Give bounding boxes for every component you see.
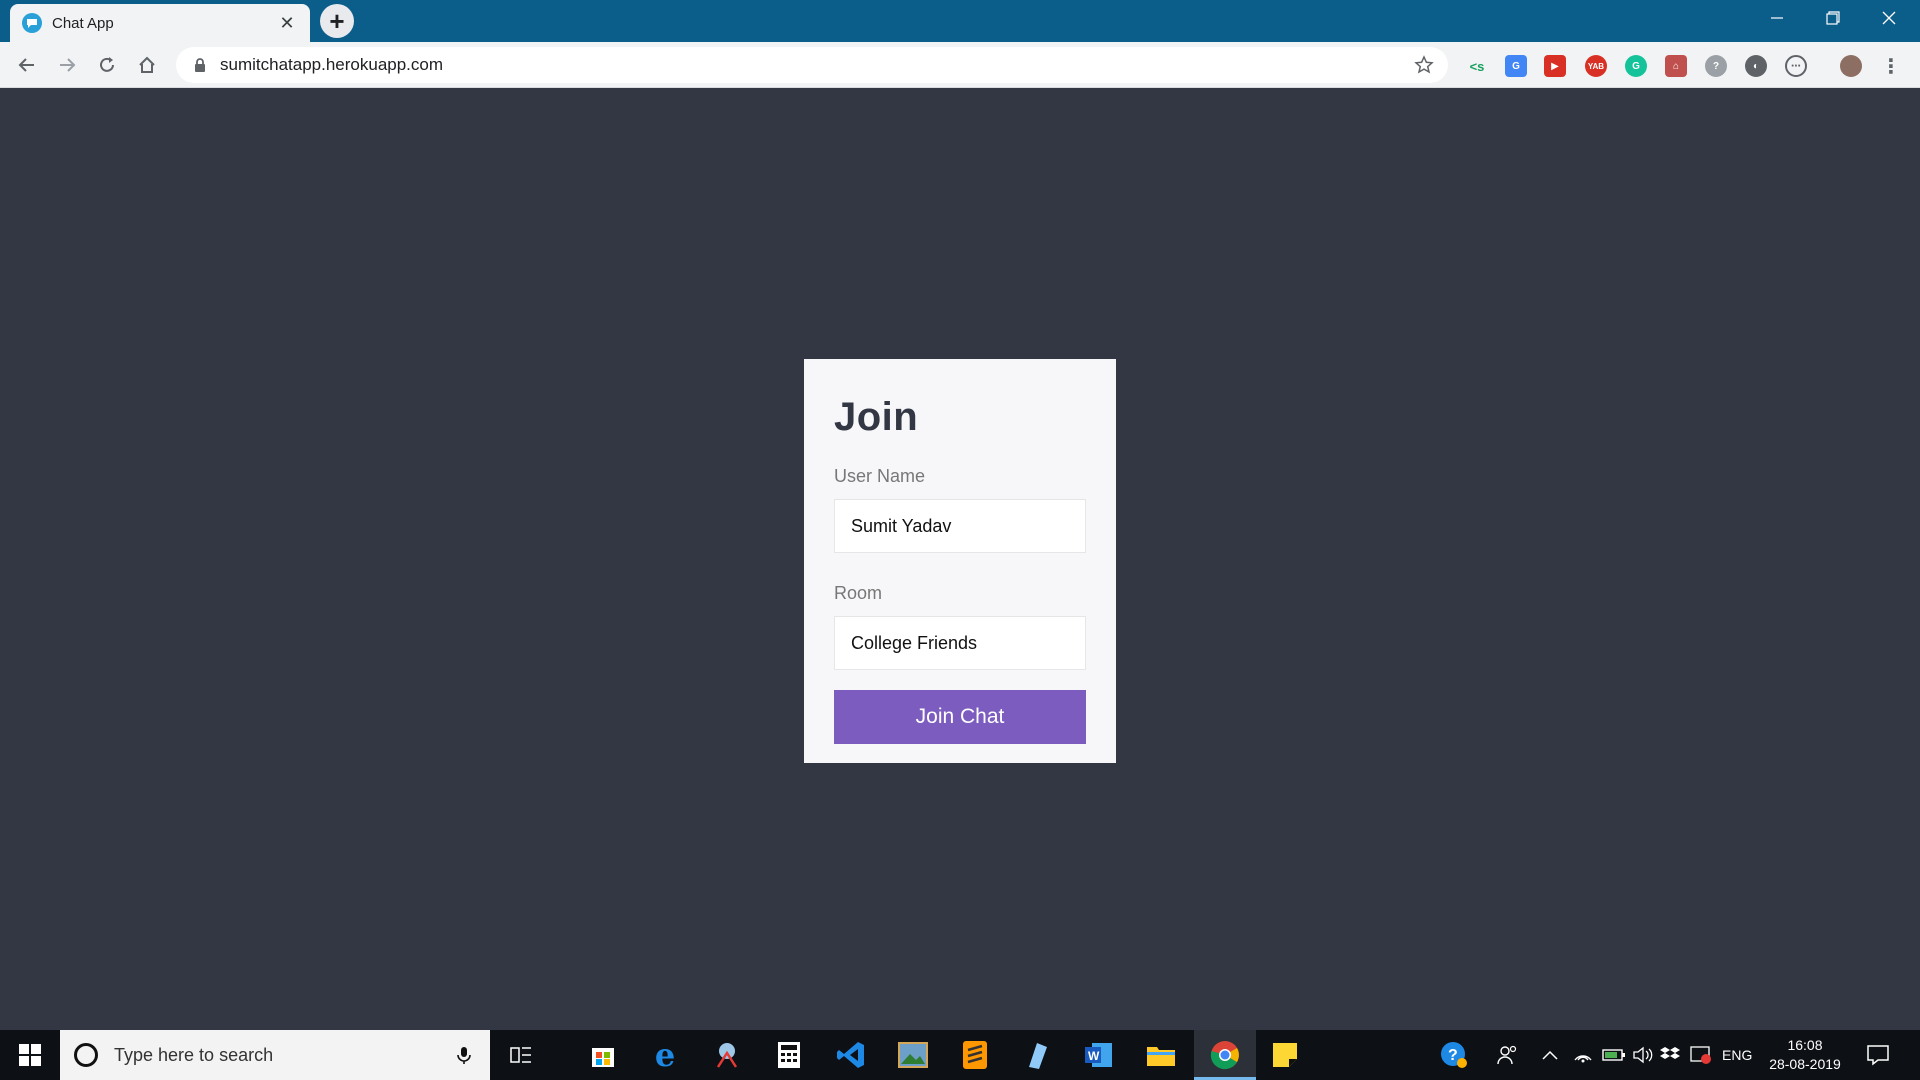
battery-icon[interactable] [1602,1030,1626,1080]
start-button[interactable] [0,1030,60,1080]
security-tray-icon[interactable] [1690,1030,1712,1080]
browser-title-bar: Chat App ✕ + [0,0,1920,42]
edge-icon[interactable]: e [648,1036,682,1074]
chevron-up-icon[interactable] [1542,1030,1558,1080]
snipping-tool-icon[interactable] [710,1038,744,1072]
back-button[interactable] [12,50,42,80]
lock-icon[interactable] [192,57,208,73]
browser-tab[interactable]: Chat App ✕ [10,4,310,42]
video-extension-icon[interactable]: ▶ [1544,55,1566,77]
home-button[interactable] [132,50,162,80]
join-chat-button[interactable]: Join Chat [834,690,1086,744]
clock-time: 16:08 [1787,1037,1823,1053]
new-tab-button[interactable]: + [320,4,354,38]
vscode-icon[interactable] [834,1038,868,1072]
reload-button[interactable] [92,50,122,80]
restore-button[interactable] [1805,0,1861,36]
search-placeholder: Type here to search [114,1044,274,1065]
username-input[interactable] [834,499,1086,553]
grammarly-extension-icon[interactable]: G [1625,55,1647,77]
taskbar: Type here to search e W ? ENG 16:08 28-0… [0,1030,1920,1080]
minimize-button[interactable] [1749,0,1805,36]
chat-favicon-icon [22,13,42,33]
pdf-extension-icon[interactable]: ⌂ [1665,55,1687,77]
close-window-button[interactable] [1861,0,1917,36]
adblock-extension-icon[interactable]: YAB [1585,55,1607,77]
word-icon[interactable]: W [1082,1038,1116,1072]
help-tray-icon[interactable]: ? [1440,1030,1468,1080]
join-card: Join User Name Room Join Chat [804,359,1116,763]
bookmark-star-icon[interactable] [1414,55,1434,75]
task-view-icon[interactable] [504,1038,538,1072]
svg-text:W: W [1088,1049,1100,1063]
reload-icon [100,57,114,72]
sticky-notes-icon[interactable] [1268,1038,1302,1072]
taskbar-clock[interactable]: 16:08 28-08-2019 [1760,1036,1850,1074]
notepad-app-icon[interactable] [1020,1038,1054,1072]
url-text[interactable]: sumitchatapp.herokuapp.com [220,55,1414,75]
join-title: Join [834,395,919,439]
photos-icon[interactable] [896,1038,930,1072]
people-icon[interactable] [1496,1030,1518,1080]
tab-title: Chat App [52,14,114,32]
chrome-icon[interactable] [1208,1038,1242,1072]
home-icon [139,56,155,73]
cortana-icon [74,1043,98,1067]
dropbox-icon[interactable] [1660,1030,1680,1080]
calculator-icon[interactable] [772,1038,806,1072]
windows-logo-icon [19,1044,41,1066]
file-explorer-icon[interactable] [1144,1038,1178,1072]
translate-extension-icon[interactable]: G [1505,55,1527,77]
profile-avatar[interactable] [1840,55,1862,77]
page-content: Join User Name Room Join Chat [0,89,1920,1030]
extension-menu-icon[interactable]: ⋯ [1785,55,1807,77]
store-icon[interactable] [586,1038,620,1072]
room-input[interactable] [834,616,1086,670]
address-bar[interactable]: sumitchatapp.herokuapp.com [176,47,1448,83]
room-label: Room [834,583,883,603]
wifi-icon[interactable] [1572,1030,1594,1080]
forward-button[interactable] [52,50,82,80]
action-center-icon[interactable] [1866,1043,1890,1067]
arrow-left-icon [18,58,34,72]
code-extension-icon[interactable]: <s [1466,55,1488,77]
browser-toolbar: sumitchatapp.herokuapp.com <s G ▶ YAB G … [0,42,1920,88]
sublime-text-icon[interactable] [958,1038,992,1072]
dark-mode-extension-icon[interactable]: ◐ [1745,55,1767,77]
taskbar-search-box[interactable]: Type here to search [60,1030,490,1080]
clock-date: 28-08-2019 [1769,1056,1841,1072]
tab-close-icon[interactable]: ✕ [276,13,298,34]
help-extension-icon[interactable]: ? [1705,55,1727,77]
volume-icon[interactable] [1632,1030,1654,1080]
username-label: User Name [834,466,926,486]
language-indicator[interactable]: ENG [1722,1030,1752,1080]
browser-menu-icon[interactable]: ⋮ [1880,55,1902,78]
microphone-icon[interactable] [454,1045,474,1065]
arrow-right-icon [60,58,76,72]
svg-text:?: ? [1448,1047,1458,1064]
